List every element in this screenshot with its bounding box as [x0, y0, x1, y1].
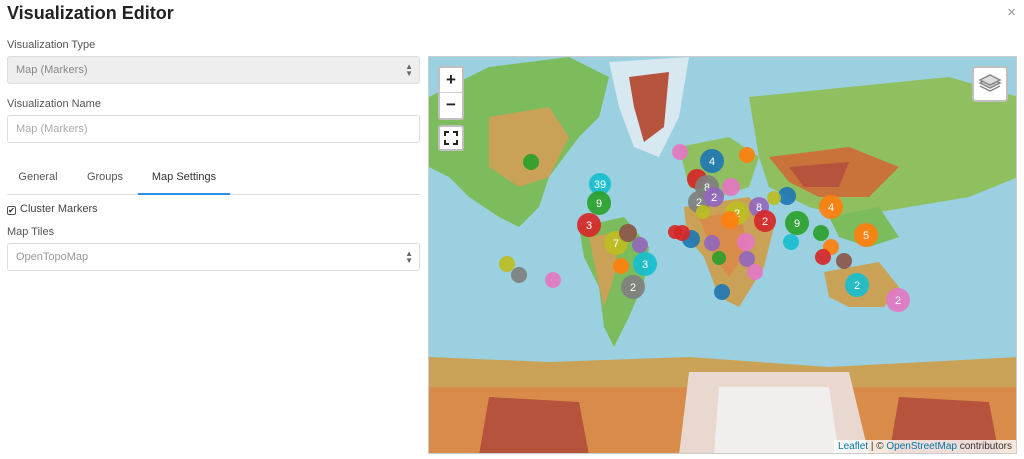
tab-map-settings[interactable]: Map Settings: [138, 163, 230, 195]
marker-cluster-count: 3: [586, 220, 592, 232]
tab-groups[interactable]: Groups: [75, 163, 135, 195]
map-tiles-value: OpenTopoMap: [16, 251, 89, 263]
layers-button[interactable]: [972, 66, 1008, 102]
map-marker[interactable]: [632, 237, 648, 253]
tab-general[interactable]: General: [7, 163, 69, 195]
visualization-name-label: Visualization Name: [7, 98, 101, 110]
tab-bar: General Groups Map Settings: [7, 163, 420, 195]
map-marker[interactable]: [672, 144, 688, 160]
map-marker[interactable]: [714, 284, 730, 300]
marker-cluster-count: 2: [895, 295, 901, 307]
close-icon[interactable]: ×: [1007, 4, 1016, 21]
marker-cluster-count: 5: [863, 230, 869, 242]
visualization-type-select[interactable]: Map (Markers) ▲ ▼: [7, 56, 420, 84]
zoom-out-button[interactable]: −: [440, 93, 462, 118]
fullscreen-button[interactable]: [438, 125, 464, 151]
map-marker[interactable]: [747, 264, 763, 280]
visualization-name-input[interactable]: Map (Markers): [7, 115, 420, 143]
fullscreen-icon: [444, 131, 458, 145]
map-tiles-select[interactable]: OpenTopoMap ▲ ▼: [7, 243, 420, 271]
osm-link[interactable]: OpenStreetMap: [886, 441, 957, 452]
map-attribution: Leaflet | © OpenStreetMap contributors: [834, 440, 1016, 453]
leaflet-link[interactable]: Leaflet: [838, 441, 868, 452]
map-marker[interactable]: [836, 253, 852, 269]
map-marker[interactable]: [739, 147, 755, 163]
map-marker[interactable]: [499, 256, 515, 272]
map-marker[interactable]: [704, 235, 720, 251]
attribution-separator: | ©: [868, 441, 887, 452]
marker-cluster-count: 2: [762, 216, 768, 228]
marker-cluster-count: 2: [854, 280, 860, 292]
map-marker[interactable]: [813, 225, 829, 241]
map-marker[interactable]: [668, 225, 682, 239]
zoom-control: + −: [438, 66, 464, 120]
map-marker[interactable]: [545, 272, 561, 288]
visualization-type-value: Map (Markers): [16, 64, 88, 76]
map-tiles-label: Map Tiles: [7, 226, 55, 238]
map-marker[interactable]: [783, 234, 799, 250]
map-marker[interactable]: [767, 191, 781, 205]
map-marker[interactable]: [523, 154, 539, 170]
cluster-markers-checkbox[interactable]: ✔: [7, 206, 16, 215]
map-marker[interactable]: [696, 205, 710, 219]
map-marker[interactable]: [619, 224, 637, 242]
map-view[interactable]: 4 8 2 2 8 2 2 9 4 39 9 3 7 3 2 5 2 2 + − Leaflet | © Open…: [428, 56, 1017, 454]
visualization-type-label: Visualization Type: [7, 39, 96, 51]
marker-cluster-count: 2: [711, 192, 717, 204]
marker-cluster-count: 2: [630, 282, 636, 294]
select-arrows-icon: ▲ ▼: [405, 249, 413, 265]
zoom-in-button[interactable]: +: [440, 68, 462, 93]
map-marker[interactable]: [737, 233, 755, 251]
map-marker[interactable]: [613, 258, 629, 274]
marker-cluster-count: 4: [828, 202, 834, 214]
map-marker[interactable]: [722, 178, 740, 196]
select-arrows-icon: ▲ ▼: [405, 62, 413, 78]
map-marker[interactable]: [721, 211, 739, 229]
attribution-tail: contributors: [956, 441, 1012, 452]
map-marker[interactable]: [815, 249, 831, 265]
map-marker[interactable]: [712, 251, 726, 265]
marker-cluster-count: 9: [794, 218, 800, 230]
visualization-name-placeholder: Map (Markers): [16, 123, 88, 135]
marker-cluster-count: 3: [642, 259, 648, 271]
cluster-markers-row: ✔ Cluster Markers: [7, 203, 98, 215]
map-tiles: 482 2822 943993732522: [429, 57, 1016, 453]
map-marker[interactable]: [511, 267, 527, 283]
dialog-title: Visualization Editor: [7, 3, 174, 23]
dialog-header: Visualization Editor ×: [0, 0, 1024, 32]
marker-cluster-count: 4: [709, 156, 715, 168]
layers-icon: [978, 74, 1002, 92]
marker-cluster-count: 7: [613, 238, 619, 250]
cluster-markers-label: Cluster Markers: [20, 203, 98, 215]
marker-cluster-count: 9: [596, 198, 602, 210]
marker-cluster-count: 39: [594, 179, 606, 191]
